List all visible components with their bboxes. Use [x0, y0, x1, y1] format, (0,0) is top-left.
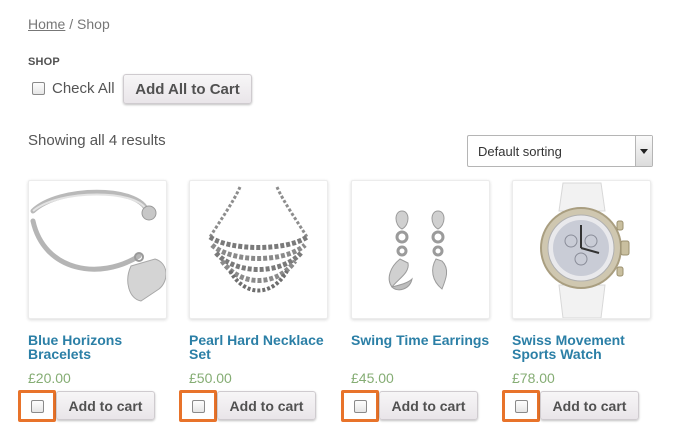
product-actions: Add to cart [341, 390, 501, 424]
product-name-link[interactable]: Blue Horizons Bracelets [28, 333, 168, 361]
product-card: Blue Horizons Bracelets £20.00 [28, 180, 168, 386]
check-all-checkbox[interactable] [32, 82, 45, 95]
dropdown-arrow-icon[interactable] [635, 136, 652, 166]
breadcrumb-separator: / [65, 16, 78, 32]
necklace-image[interactable] [189, 180, 328, 319]
product-select-checkbox[interactable] [30, 399, 44, 413]
product-select-highlight[interactable] [18, 390, 56, 422]
bracelet-image[interactable] [28, 180, 167, 319]
breadcrumb-current: Shop [77, 16, 110, 32]
product-card: Pearl Hard Necklace Set £50.00 [189, 180, 329, 386]
product-price: £50.00 [189, 370, 232, 386]
check-all-label[interactable]: Check All [52, 80, 115, 97]
product-name-link[interactable]: Pearl Hard Necklace Set [189, 333, 329, 361]
watch-image[interactable] [512, 180, 651, 319]
add-to-cart-button[interactable]: Add to cart [540, 391, 639, 420]
results-count: Showing all 4 results [28, 132, 166, 149]
product-actions: Add to cart [18, 390, 178, 424]
product-actions: Add to cart [179, 390, 339, 424]
earrings-image[interactable] [351, 180, 490, 319]
add-to-cart-button[interactable]: Add to cart [56, 391, 155, 420]
breadcrumb-home-link[interactable]: Home [28, 16, 65, 32]
add-to-cart-button[interactable]: Add to cart [379, 391, 478, 420]
product-select-checkbox[interactable] [514, 399, 528, 413]
product-price: £45.00 [351, 370, 394, 386]
check-all-control[interactable]: Check All [32, 80, 115, 97]
breadcrumb: Home / Shop [28, 16, 110, 32]
sorting-selected-value: Default sorting [478, 143, 562, 159]
product-select-checkbox[interactable] [353, 399, 367, 413]
product-select-highlight[interactable] [341, 390, 379, 422]
product-select-highlight[interactable] [502, 390, 540, 422]
product-select-checkbox[interactable] [191, 399, 205, 413]
add-to-cart-button[interactable]: Add to cart [217, 391, 316, 420]
shop-heading: SHOP [28, 56, 60, 68]
product-card: Swing Time Earrings £45.00 [351, 180, 491, 386]
product-name-link[interactable]: Swiss Movement Sports Watch [512, 333, 652, 361]
product-price: £78.00 [512, 370, 555, 386]
product-price: £20.00 [28, 370, 71, 386]
sorting-select[interactable]: Default sorting [467, 135, 653, 167]
product-name-link[interactable]: Swing Time Earrings [351, 333, 491, 361]
add-all-to-cart-button[interactable]: Add All to Cart [123, 74, 252, 104]
product-actions: Add to cart [502, 390, 662, 424]
product-select-highlight[interactable] [179, 390, 217, 422]
product-card: Swiss Movement Sports Watch £78.00 [512, 180, 652, 386]
